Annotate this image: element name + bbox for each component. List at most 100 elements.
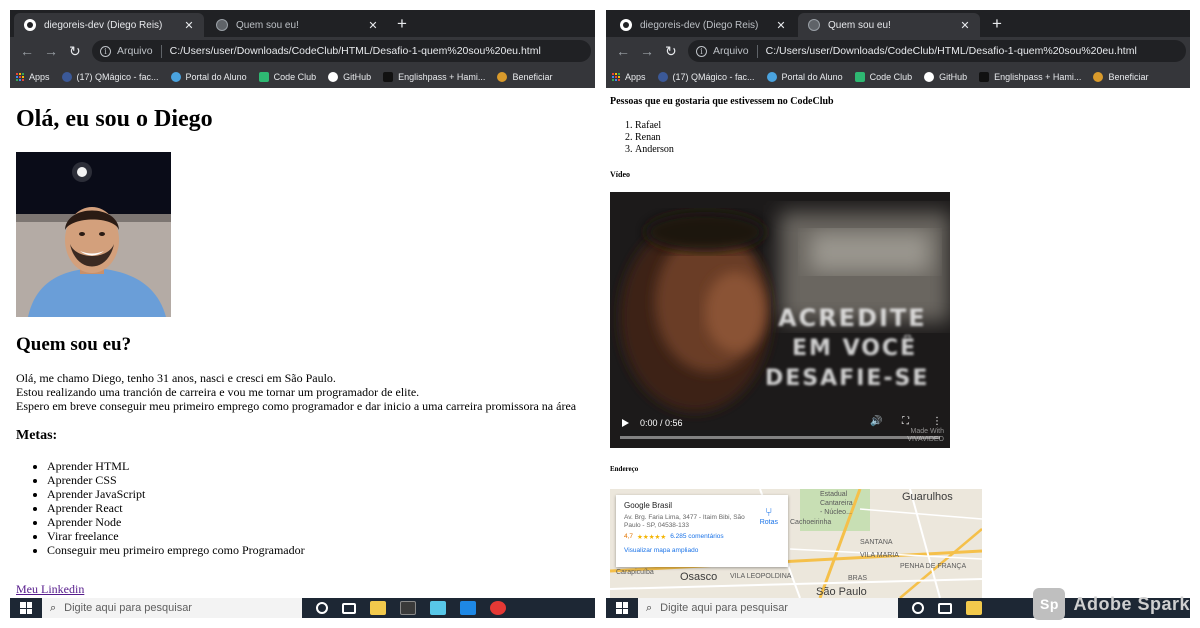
video-player[interactable]: ACREDITE EM VOCÊ DESAFIE-SE Made With VI…	[610, 192, 950, 448]
back-arrow-icon[interactable]: ←	[616, 42, 630, 60]
close-icon[interactable]: ✕	[182, 19, 196, 32]
tab-quem-sou-eu[interactable]: Quem sou eu! ✕	[798, 13, 980, 37]
app-icon[interactable]	[430, 601, 446, 615]
map-label: BRAS	[848, 575, 868, 582]
bookmark-beneficiar[interactable]: Beneficiar	[497, 71, 552, 82]
adobe-spark-logo-icon: Sp	[1033, 588, 1066, 620]
left-browser-window: diegoreis-dev (Diego Reis) ✕ Quem sou eu…	[10, 10, 595, 618]
github-icon	[328, 71, 339, 82]
address-scheme-label: Arquivo	[713, 45, 749, 57]
place-address: Av. Brg. Faria Lima, 3477 - Itaim Bibi, …	[624, 514, 745, 529]
reload-icon[interactable]: ↻	[665, 42, 677, 60]
bookmark-label: GitHub	[939, 71, 968, 82]
terminal-icon[interactable]	[400, 601, 416, 615]
bookmark-label: Apps	[625, 71, 646, 82]
fullscreen-icon[interactable]: ⛶	[902, 416, 909, 427]
bookmark-apps[interactable]: Apps	[612, 72, 646, 82]
more-options-icon[interactable]: ⋮	[932, 416, 942, 427]
tab-title: diegoreis-dev (Diego Reis)	[640, 19, 759, 31]
search-placeholder: Digite aqui para pesquisar	[64, 602, 192, 614]
bookmark-label: Englishpass + Hami...	[398, 71, 486, 82]
tab-github[interactable]: diegoreis-dev (Diego Reis) ✕	[14, 13, 204, 37]
map-label: Cantareira	[820, 500, 853, 507]
bookmark-qmagico[interactable]: (17) QMágico - fac...	[657, 71, 755, 82]
back-arrow-icon[interactable]: ←	[20, 42, 34, 60]
list-item: Aprender React	[47, 501, 305, 515]
play-icon[interactable]	[622, 419, 629, 427]
cortana-icon[interactable]	[912, 602, 924, 614]
tab-quem-sou-eu[interactable]: Quem sou eu! ✕	[206, 13, 388, 37]
directions-button[interactable]: ⑂ Rotas	[760, 505, 778, 526]
forward-arrow-icon[interactable]: →	[44, 42, 58, 60]
bookmark-github[interactable]: GitHub	[328, 71, 372, 82]
bookmark-portal-aluno[interactable]: Portal do Aluno	[766, 71, 843, 82]
list-item: Renan	[635, 132, 674, 144]
tab-github[interactable]: diegoreis-dev (Diego Reis) ✕	[610, 13, 796, 37]
close-icon[interactable]: ✕	[958, 19, 972, 32]
list-item: Aprender Node	[47, 515, 305, 529]
cortana-icon[interactable]	[316, 602, 328, 614]
vscode-icon[interactable]	[460, 601, 476, 615]
close-icon[interactable]: ✕	[366, 19, 380, 32]
taskbar-search-input[interactable]: ⌕ Digite aqui para pesquisar	[42, 598, 302, 618]
bookmark-github[interactable]: GitHub	[924, 71, 968, 82]
map-place-card: Google Brasil Av. Brg. Faria Lima, 3477 …	[616, 495, 788, 567]
task-view-icon[interactable]	[938, 602, 952, 614]
new-tab-button[interactable]: +	[992, 14, 1002, 34]
info-icon: i	[100, 45, 111, 57]
new-tab-button[interactable]: +	[397, 14, 407, 34]
chrome-icon[interactable]	[490, 601, 506, 615]
address-url: C:/Users/user/Downloads/CodeClub/HTML/De…	[765, 45, 1137, 57]
info-icon: i	[696, 45, 707, 57]
address-bar[interactable]: i Arquivo C:/Users/user/Downloads/CodeCl…	[92, 40, 591, 62]
bookmark-qmagico[interactable]: (17) QMágico - fac...	[61, 71, 159, 82]
globe-icon	[808, 19, 820, 31]
bookmark-code-club[interactable]: Code Club	[854, 71, 912, 82]
taskbar-search-input[interactable]: ⌕ Digite aqui para pesquisar	[638, 598, 898, 618]
search-icon: ⌕	[50, 601, 57, 614]
goals-heading: Metas:	[16, 428, 58, 443]
about-line: Espero em breve conseguir meu primeiro e…	[16, 399, 577, 413]
linkedin-link[interactable]: Meu Linkedin	[16, 582, 84, 597]
map-label: - Núcleo...	[820, 509, 852, 516]
bookmark-englishpass[interactable]: Englishpass + Hami...	[383, 71, 486, 82]
video-progress-bar[interactable]	[620, 436, 940, 439]
address-separator	[160, 44, 162, 58]
file-explorer-icon[interactable]	[966, 601, 982, 615]
list-item: Conseguir meu primeiro emprego como Prog…	[47, 543, 305, 557]
portal-icon	[170, 71, 181, 82]
bookmark-englishpass[interactable]: Englishpass + Hami...	[979, 71, 1081, 82]
reload-icon[interactable]: ↻	[69, 42, 81, 60]
close-icon[interactable]: ✕	[774, 19, 788, 32]
map-label: Cachoeirinha	[790, 519, 832, 526]
bookmark-apps[interactable]: Apps	[16, 72, 50, 82]
file-explorer-icon[interactable]	[370, 601, 386, 615]
video-time: 0:00 / 0:56	[640, 418, 683, 428]
video-overlay-line: DESAFIE-SE	[765, 366, 930, 391]
video-controls: 0:00 / 0:56 🔊 ⛶ ⋮	[610, 414, 950, 448]
qmagico-icon	[61, 71, 72, 82]
house-icon	[383, 71, 394, 82]
reviews-link[interactable]: 6.285 comentários	[670, 533, 723, 541]
google-map[interactable]: Estadual Cantareira - Núcleo... Cachoeir…	[610, 489, 982, 598]
map-label: VILA LEOPOLDINA	[730, 573, 792, 580]
map-label: Carapicuíba	[616, 569, 654, 576]
bookmark-beneficiar[interactable]: Beneficiar	[1093, 71, 1148, 82]
windows-start-icon[interactable]	[616, 602, 628, 614]
directions-icon: ⑂	[765, 505, 773, 519]
bookmark-label: Apps	[29, 71, 50, 82]
bookmark-label: Code Club	[273, 71, 317, 82]
task-view-icon[interactable]	[342, 602, 356, 614]
code-club-icon	[258, 71, 269, 82]
bookmark-label: GitHub	[343, 71, 372, 82]
code-club-icon	[854, 71, 865, 82]
page-content: Pessoas que eu gostaria que estivessem n…	[606, 88, 1190, 598]
windows-start-icon[interactable]	[20, 602, 32, 614]
forward-arrow-icon[interactable]: →	[640, 42, 654, 60]
about-heading: Quem sou eu?	[16, 334, 132, 355]
bookmark-code-club[interactable]: Code Club	[258, 71, 317, 82]
view-larger-map-link[interactable]: Visualizar mapa ampliado	[624, 547, 780, 554]
address-bar[interactable]: i Arquivo C:/Users/user/Downloads/CodeCl…	[688, 40, 1186, 62]
bookmark-portal-aluno[interactable]: Portal do Aluno	[170, 71, 247, 82]
volume-icon[interactable]: 🔊	[870, 416, 882, 427]
